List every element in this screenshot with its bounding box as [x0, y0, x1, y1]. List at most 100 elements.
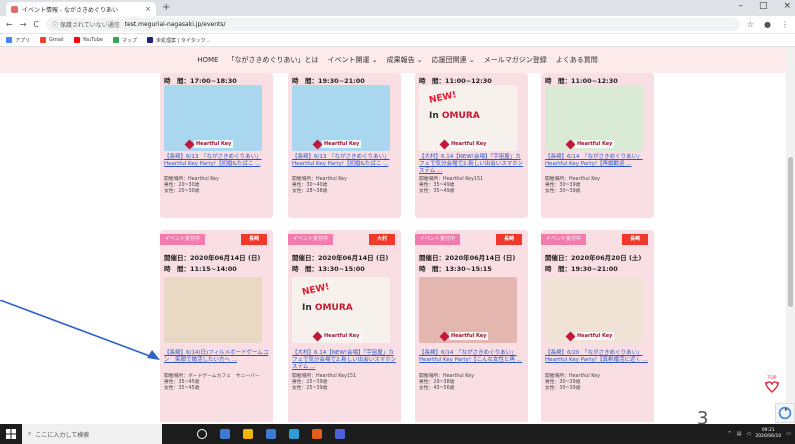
site-nav-item[interactable]: 成果報告 ⌄ — [387, 55, 423, 65]
bookmark-item[interactable]: Gmail — [40, 37, 64, 43]
event-thumbnail[interactable]: Heartful Key — [164, 85, 262, 151]
site-nav-item[interactable]: よくある質問 — [556, 55, 598, 65]
maximize-button[interactable]: □ — [759, 1, 768, 11]
close-window-button[interactable]: × — [783, 1, 791, 11]
event-date: 開催日：2020年06月20日 (土) — [545, 254, 642, 262]
brand-logo-text: Heartful Key — [575, 140, 615, 148]
taskbar-app-icon[interactable] — [243, 429, 253, 439]
windows-start-button[interactable] — [0, 424, 22, 444]
taskbar-app-icon[interactable] — [312, 429, 322, 439]
site-nav-item[interactable]: 「ながさきめぐりあい」とは — [227, 55, 318, 65]
site-navigation: HOME 「ながさきめぐりあい」とは イベント開運 ⌄ 成果報告 ⌄ 応援団関連 ⌄ メー… — [0, 47, 795, 73]
volume-icon[interactable]: ◁ — [746, 431, 750, 437]
event-thumbnail[interactable]: NEW! In OMURA Heartful Key — [292, 277, 390, 343]
brand-logo-text: Heartful Key — [194, 140, 234, 148]
venue-label: In OMURA — [302, 303, 353, 313]
page-scrollbar[interactable] — [786, 47, 795, 422]
event-title-link[interactable]: 【長崎】6/13 「ながさきめぐりあい」Heartful Key Party!【… — [164, 154, 270, 168]
address-bar: ← → C ⓘ 保護されていない通信 test.meguriai-nagasak… — [0, 16, 795, 34]
back-to-top-button[interactable]: TOP — [763, 373, 781, 395]
bookmark-item[interactable]: アプリ — [6, 37, 30, 44]
taskbar-app-icon[interactable] — [289, 429, 299, 439]
area-badge: 大村 — [368, 234, 395, 245]
forward-button[interactable]: → — [20, 20, 27, 29]
area-badge: 長崎 — [240, 234, 267, 245]
event-card: 時 間：17:00~18:30 Heartful Key 【長崎】6/13 「ながさ… — [160, 73, 273, 218]
network-icon[interactable]: ▤ — [737, 431, 742, 437]
taskbar-apps — [197, 429, 345, 439]
event-thumbnail[interactable]: Heartful Key — [292, 85, 390, 151]
scrollbar-thumb[interactable] — [788, 157, 793, 307]
event-time: 時 間：11:00~12:30 — [419, 77, 492, 85]
site-nav-item[interactable]: イベント開運 ⌄ — [327, 55, 377, 65]
bookmark-item[interactable]: マップ — [112, 37, 137, 44]
event-title-link[interactable]: 【大村】6.14【NEW!会場】「宇宙屋」カフェで気分会場で2.新しい出会いスマ… — [292, 350, 398, 371]
reload-button[interactable]: C — [33, 20, 39, 29]
bookmark-icon — [6, 37, 12, 43]
recaptcha-badge[interactable] — [775, 403, 795, 423]
area-badge: 長崎 — [621, 234, 648, 245]
bookmark-item[interactable]: YouTube — [73, 37, 103, 43]
event-tags: イベント受付中 長崎 — [541, 234, 654, 245]
event-details: 開催場所：Hearthul Key 男性：30~39歳 女性：30~39歳 — [545, 374, 651, 392]
menu-icon[interactable]: ⋮ — [781, 20, 789, 29]
bookmark-label: 未処理案 | タイタック... — [155, 37, 211, 44]
taskbar-app-icon[interactable] — [335, 429, 345, 439]
url-text[interactable]: test.meguriai-nagasaki.jp/events/ — [125, 21, 226, 28]
back-button[interactable]: ← — [6, 20, 13, 29]
taskbar-clock[interactable]: 09:21 2020/06/10 — [755, 428, 781, 440]
minimize-button[interactable]: – — [738, 1, 743, 11]
site-nav-item[interactable]: 応援団関連 ⌄ — [432, 55, 475, 65]
bookmark-star-icon[interactable]: ☆ — [747, 20, 754, 29]
site-nav-item[interactable]: HOME — [197, 56, 218, 64]
event-thumbnail[interactable]: Heartful Key — [419, 277, 517, 343]
search-icon: ⌕ — [28, 430, 32, 437]
event-thumbnail[interactable] — [164, 277, 262, 343]
bookmark-icon — [146, 37, 153, 43]
tab-close-icon[interactable]: × — [145, 5, 151, 13]
security-indicator[interactable]: ⓘ 保護されていない通信 — [52, 20, 120, 29]
event-card: 時 間：11:00~12:30 Heartful Key 【長崎】6/14 「ながさ… — [541, 73, 654, 218]
site-nav-item[interactable]: メールマガジン登録 — [484, 55, 547, 65]
event-card: 時 間：11:00~12:30 NEW! In OMURA Heartful Key 【… — [415, 73, 528, 218]
heart-key-logo-icon — [565, 139, 576, 150]
taskbar-app-icon[interactable] — [220, 429, 230, 439]
event-detail-line: 女性：43~56歳 — [419, 386, 455, 391]
event-thumbnail[interactable]: Heartful Key — [545, 277, 643, 343]
browser-tab[interactable]: イベント情報 - ながさきめぐりあい × — [6, 2, 156, 16]
taskbar-app-icon[interactable] — [266, 429, 276, 439]
heart-key-logo-icon — [312, 139, 323, 150]
event-time: 時 間：13:30~15:15 — [419, 265, 492, 273]
event-details: 開催場所：Hearthul Key151 男性：25~39歳 女性：25~39歳 — [292, 374, 398, 392]
notification-icon[interactable]: ▭ — [786, 431, 791, 437]
new-label: NEW! — [428, 90, 458, 106]
annotation-arrow — [0, 300, 160, 360]
event-title-link[interactable]: 【長崎】6/14(日)フィルメボードゲームコン 笑顔で婚活したい方へ ... — [164, 350, 270, 364]
taskbar-search[interactable]: ⌕ ここに入力して検索 — [22, 424, 162, 444]
event-thumbnail[interactable]: Heartful Key — [545, 85, 643, 151]
event-title-link[interactable]: 【長崎】6/14 「ながさきめぐりあい」Heartful Key Party!【… — [419, 350, 525, 364]
event-title-link[interactable]: 【長崎】6/20 「ながさきめぐりあい」Heartful Key Party!【… — [545, 350, 651, 364]
event-time: 時 間：19:30~21:00 — [545, 265, 618, 273]
event-title-link[interactable]: 【長崎】6/14 「ながさきめぐりあい」Heartful Key Party!【… — [545, 154, 651, 168]
tray-chevron-icon[interactable]: ^ — [728, 431, 732, 437]
heart-top-icon: TOP — [765, 375, 779, 393]
event-thumbnail[interactable]: NEW! In OMURA Heartful Key — [419, 85, 517, 151]
event-tags: イベント受付中 長崎 — [415, 234, 528, 245]
event-details: 開催場所：Hearthul Key 男性：29~38歳 女性：43~56歳 — [419, 374, 525, 392]
status-badge: イベント受付中 — [288, 234, 334, 245]
event-title-link[interactable]: 【大村】6.14【NEW!会場】「宇宙屋」カフェで気分会場で2.新しい出会いスマ… — [419, 154, 525, 175]
bookmark-icon — [112, 37, 119, 43]
event-title-link[interactable]: 【長崎】6/13 「ながさきめぐりあい」Heartful Key Party!【… — [292, 154, 398, 168]
new-tab-button[interactable]: + — [162, 2, 170, 13]
taskbar-app-icon[interactable] — [197, 429, 207, 439]
system-tray: ^ ▤ ◁ 09:21 2020/06/10 ▭ — [728, 428, 791, 440]
event-date: 開催日：2020年06月14日 (日) — [419, 254, 516, 262]
bookmark-item[interactable]: 未処理案 | タイタック... — [146, 37, 211, 44]
brand-logo-text: Heartful Key — [449, 332, 489, 340]
venue-name: OMURA — [314, 303, 353, 313]
status-badge: イベント受付中 — [415, 234, 461, 245]
url-field[interactable]: ⓘ 保護されていない通信 test.meguriai-nagasaki.jp/e… — [46, 18, 740, 31]
bookmark-icon — [40, 37, 47, 43]
profile-icon[interactable]: ● — [764, 20, 771, 29]
